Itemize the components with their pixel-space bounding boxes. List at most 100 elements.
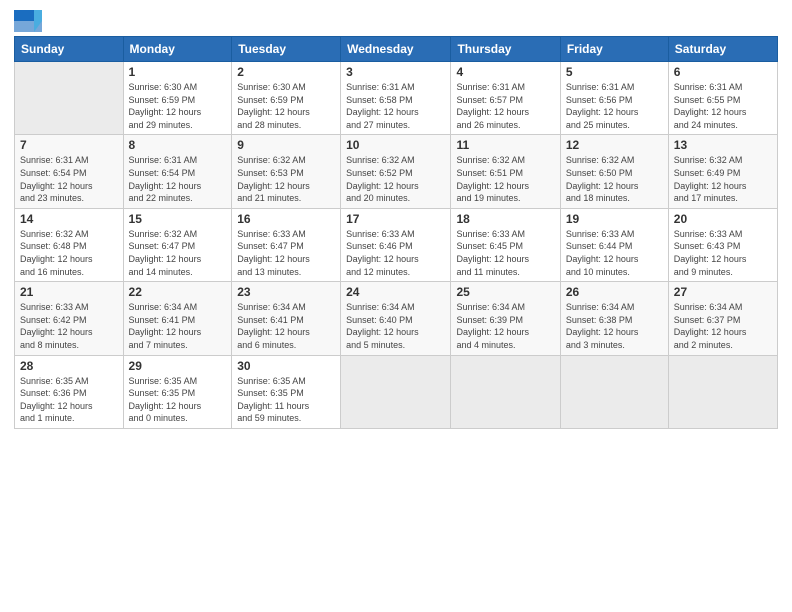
day-number: 3 bbox=[346, 65, 445, 79]
week-row-5: 28 Sunrise: 6:35 AM Sunset: 6:36 PM Dayli… bbox=[15, 355, 778, 428]
table-row: 14 Sunrise: 6:32 AM Sunset: 6:48 PM Dayli… bbox=[15, 208, 124, 281]
table-row: 27 Sunrise: 6:34 AM Sunset: 6:37 PM Dayli… bbox=[668, 282, 777, 355]
day-info: Sunrise: 6:31 AM Sunset: 6:58 PM Dayligh… bbox=[346, 81, 445, 131]
day-number: 19 bbox=[566, 212, 663, 226]
day-info: Sunrise: 6:32 AM Sunset: 6:47 PM Dayligh… bbox=[129, 228, 227, 278]
day-number: 13 bbox=[674, 138, 772, 152]
day-info: Sunrise: 6:31 AM Sunset: 6:54 PM Dayligh… bbox=[20, 154, 118, 204]
day-number: 23 bbox=[237, 285, 335, 299]
day-number: 2 bbox=[237, 65, 335, 79]
day-number: 7 bbox=[20, 138, 118, 152]
day-number: 22 bbox=[129, 285, 227, 299]
table-row: 12Sunrise: 6:32 AM Sunset: 6:50 PM Dayli… bbox=[560, 135, 668, 208]
day-info: Sunrise: 6:34 AM Sunset: 6:39 PM Dayligh… bbox=[456, 301, 554, 351]
day-number: 15 bbox=[129, 212, 227, 226]
table-row bbox=[15, 62, 124, 135]
day-number: 14 bbox=[20, 212, 118, 226]
day-info: Sunrise: 6:32 AM Sunset: 6:52 PM Dayligh… bbox=[346, 154, 445, 204]
day-number: 25 bbox=[456, 285, 554, 299]
table-row: 30 Sunrise: 6:35 AM Sunset: 6:35 PM Dayli… bbox=[232, 355, 341, 428]
day-info: Sunrise: 6:35 AM Sunset: 6:36 PM Dayligh… bbox=[20, 375, 118, 425]
table-row: 21 Sunrise: 6:33 AM Sunset: 6:42 PM Dayli… bbox=[15, 282, 124, 355]
day-info: Sunrise: 6:32 AM Sunset: 6:48 PM Dayligh… bbox=[20, 228, 118, 278]
table-row: 9 Sunrise: 6:32 AM Sunset: 6:53 PM Daylig… bbox=[232, 135, 341, 208]
day-info: Sunrise: 6:35 AM Sunset: 6:35 PM Dayligh… bbox=[129, 375, 227, 425]
day-number: 29 bbox=[129, 359, 227, 373]
day-info: Sunrise: 6:34 AM Sunset: 6:41 PM Dayligh… bbox=[237, 301, 335, 351]
table-row: 20Sunrise: 6:33 AM Sunset: 6:43 PM Dayli… bbox=[668, 208, 777, 281]
table-row bbox=[668, 355, 777, 428]
day-number: 30 bbox=[237, 359, 335, 373]
day-number: 24 bbox=[346, 285, 445, 299]
calendar-table: Sunday Monday Tuesday Wednesday Thursday… bbox=[14, 36, 778, 429]
day-info: Sunrise: 6:31 AM Sunset: 6:54 PM Dayligh… bbox=[129, 154, 227, 204]
table-row: 24 Sunrise: 6:34 AM Sunset: 6:40 PM Dayli… bbox=[341, 282, 451, 355]
day-number: 11 bbox=[456, 138, 554, 152]
table-row: 19Sunrise: 6:33 AM Sunset: 6:44 PM Dayli… bbox=[560, 208, 668, 281]
day-info: Sunrise: 6:33 AM Sunset: 6:42 PM Dayligh… bbox=[20, 301, 118, 351]
day-number: 21 bbox=[20, 285, 118, 299]
day-info: Sunrise: 6:34 AM Sunset: 6:37 PM Dayligh… bbox=[674, 301, 772, 351]
table-row: 15 Sunrise: 6:32 AM Sunset: 6:47 PM Dayli… bbox=[123, 208, 232, 281]
logo bbox=[14, 10, 44, 32]
week-row-2: 7 Sunrise: 6:31 AM Sunset: 6:54 PM Daylig… bbox=[15, 135, 778, 208]
day-info: Sunrise: 6:31 AM Sunset: 6:55 PM Dayligh… bbox=[674, 81, 772, 131]
day-info: Sunrise: 6:34 AM Sunset: 6:38 PM Dayligh… bbox=[566, 301, 663, 351]
col-wednesday: Wednesday bbox=[341, 37, 451, 62]
header-row: Sunday Monday Tuesday Wednesday Thursday… bbox=[15, 37, 778, 62]
day-info: Sunrise: 6:33 AM Sunset: 6:45 PM Dayligh… bbox=[456, 228, 554, 278]
table-row: 16 Sunrise: 6:33 AM Sunset: 6:47 PM Dayli… bbox=[232, 208, 341, 281]
day-info: Sunrise: 6:30 AM Sunset: 6:59 PM Dayligh… bbox=[237, 81, 335, 131]
week-row-3: 14 Sunrise: 6:32 AM Sunset: 6:48 PM Dayli… bbox=[15, 208, 778, 281]
day-info: Sunrise: 6:35 AM Sunset: 6:35 PM Dayligh… bbox=[237, 375, 335, 425]
col-sunday: Sunday bbox=[15, 37, 124, 62]
day-info: Sunrise: 6:33 AM Sunset: 6:46 PM Dayligh… bbox=[346, 228, 445, 278]
table-row: 3 Sunrise: 6:31 AM Sunset: 6:58 PM Daylig… bbox=[341, 62, 451, 135]
table-row: 17 Sunrise: 6:33 AM Sunset: 6:46 PM Dayli… bbox=[341, 208, 451, 281]
table-row: 18 Sunrise: 6:33 AM Sunset: 6:45 PM Dayli… bbox=[451, 208, 560, 281]
table-row bbox=[341, 355, 451, 428]
day-info: Sunrise: 6:33 AM Sunset: 6:47 PM Dayligh… bbox=[237, 228, 335, 278]
table-row: 8 Sunrise: 6:31 AM Sunset: 6:54 PM Daylig… bbox=[123, 135, 232, 208]
table-row: 26 Sunrise: 6:34 AM Sunset: 6:38 PM Dayli… bbox=[560, 282, 668, 355]
day-number: 27 bbox=[674, 285, 772, 299]
col-monday: Monday bbox=[123, 37, 232, 62]
col-thursday: Thursday bbox=[451, 37, 560, 62]
day-number: 18 bbox=[456, 212, 554, 226]
day-info: Sunrise: 6:32 AM Sunset: 6:49 PM Dayligh… bbox=[674, 154, 772, 204]
table-row: 1Sunrise: 6:30 AM Sunset: 6:59 PM Daylig… bbox=[123, 62, 232, 135]
day-number: 28 bbox=[20, 359, 118, 373]
table-row: 2 Sunrise: 6:30 AM Sunset: 6:59 PM Daylig… bbox=[232, 62, 341, 135]
day-info: Sunrise: 6:34 AM Sunset: 6:40 PM Dayligh… bbox=[346, 301, 445, 351]
calendar-page: Sunday Monday Tuesday Wednesday Thursday… bbox=[0, 0, 792, 612]
day-number: 16 bbox=[237, 212, 335, 226]
table-row: 10Sunrise: 6:32 AM Sunset: 6:52 PM Dayli… bbox=[341, 135, 451, 208]
table-row: 23 Sunrise: 6:34 AM Sunset: 6:41 PM Dayli… bbox=[232, 282, 341, 355]
day-number: 6 bbox=[674, 65, 772, 79]
table-row: 22 Sunrise: 6:34 AM Sunset: 6:41 PM Dayli… bbox=[123, 282, 232, 355]
table-row: 13 Sunrise: 6:32 AM Sunset: 6:49 PM Dayli… bbox=[668, 135, 777, 208]
table-row: 25 Sunrise: 6:34 AM Sunset: 6:39 PM Dayli… bbox=[451, 282, 560, 355]
day-info: Sunrise: 6:34 AM Sunset: 6:41 PM Dayligh… bbox=[129, 301, 227, 351]
day-number: 17 bbox=[346, 212, 445, 226]
header bbox=[14, 10, 778, 32]
table-row: 6 Sunrise: 6:31 AM Sunset: 6:55 PM Daylig… bbox=[668, 62, 777, 135]
day-info: Sunrise: 6:32 AM Sunset: 6:53 PM Dayligh… bbox=[237, 154, 335, 204]
week-row-4: 21 Sunrise: 6:33 AM Sunset: 6:42 PM Dayli… bbox=[15, 282, 778, 355]
day-number: 4 bbox=[456, 65, 554, 79]
table-row: 5Sunrise: 6:31 AM Sunset: 6:56 PM Daylig… bbox=[560, 62, 668, 135]
day-number: 20 bbox=[674, 212, 772, 226]
table-row bbox=[560, 355, 668, 428]
day-number: 8 bbox=[129, 138, 227, 152]
table-row: 4Sunrise: 6:31 AM Sunset: 6:57 PM Daylig… bbox=[451, 62, 560, 135]
day-number: 26 bbox=[566, 285, 663, 299]
col-tuesday: Tuesday bbox=[232, 37, 341, 62]
day-number: 9 bbox=[237, 138, 335, 152]
table-row: 28 Sunrise: 6:35 AM Sunset: 6:36 PM Dayli… bbox=[15, 355, 124, 428]
logo-icon bbox=[14, 10, 42, 32]
day-number: 1 bbox=[129, 65, 227, 79]
day-info: Sunrise: 6:32 AM Sunset: 6:51 PM Dayligh… bbox=[456, 154, 554, 204]
table-row bbox=[451, 355, 560, 428]
col-saturday: Saturday bbox=[668, 37, 777, 62]
table-row: 11 Sunrise: 6:32 AM Sunset: 6:51 PM Dayli… bbox=[451, 135, 560, 208]
